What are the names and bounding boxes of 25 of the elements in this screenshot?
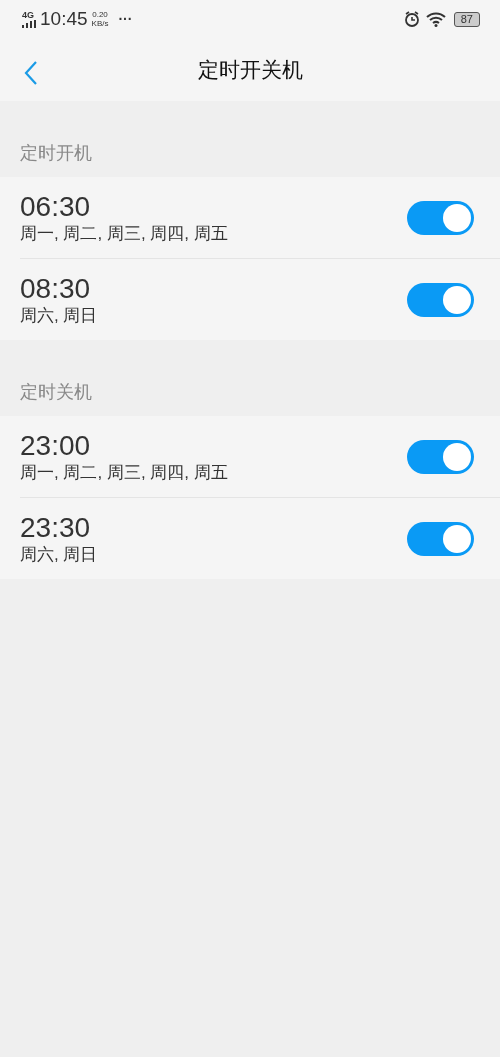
more-dots: ··· bbox=[118, 11, 133, 27]
repeat-days: 周一, 周二, 周三, 周四, 周五 bbox=[20, 222, 407, 245]
schedule-time: 08:30 bbox=[20, 272, 92, 305]
wifi-icon bbox=[425, 11, 446, 27]
schedule-time: 23:00 bbox=[20, 429, 92, 462]
network-speed: 0.20 bbox=[92, 10, 108, 19]
toggle-switch[interactable] bbox=[407, 439, 474, 474]
repeat-days: 周六, 周日 bbox=[20, 543, 407, 566]
section-title: 定时关机 bbox=[19, 381, 93, 404]
section-title: 定时开机 bbox=[19, 142, 93, 165]
clock-time: 10:45 bbox=[40, 8, 88, 30]
toggle-switch[interactable] bbox=[407, 282, 474, 317]
page-title: 定时开关机 bbox=[197, 56, 303, 83]
alarm-icon bbox=[403, 11, 420, 27]
back-icon bbox=[24, 60, 38, 86]
repeat-days: 周六, 周日 bbox=[20, 304, 407, 327]
toggle-switch[interactable] bbox=[407, 521, 474, 556]
schedule-time: 06:30 bbox=[20, 190, 92, 223]
network-label: 4G bbox=[22, 10, 34, 20]
battery-level: 87 bbox=[453, 11, 480, 27]
toggle-switch[interactable] bbox=[407, 200, 474, 235]
repeat-days: 周一, 周二, 周三, 周四, 周五 bbox=[20, 461, 407, 484]
signal-icon bbox=[22, 19, 36, 28]
schedule-time: 23:30 bbox=[20, 511, 92, 544]
speed-unit: KB/s bbox=[91, 19, 109, 28]
